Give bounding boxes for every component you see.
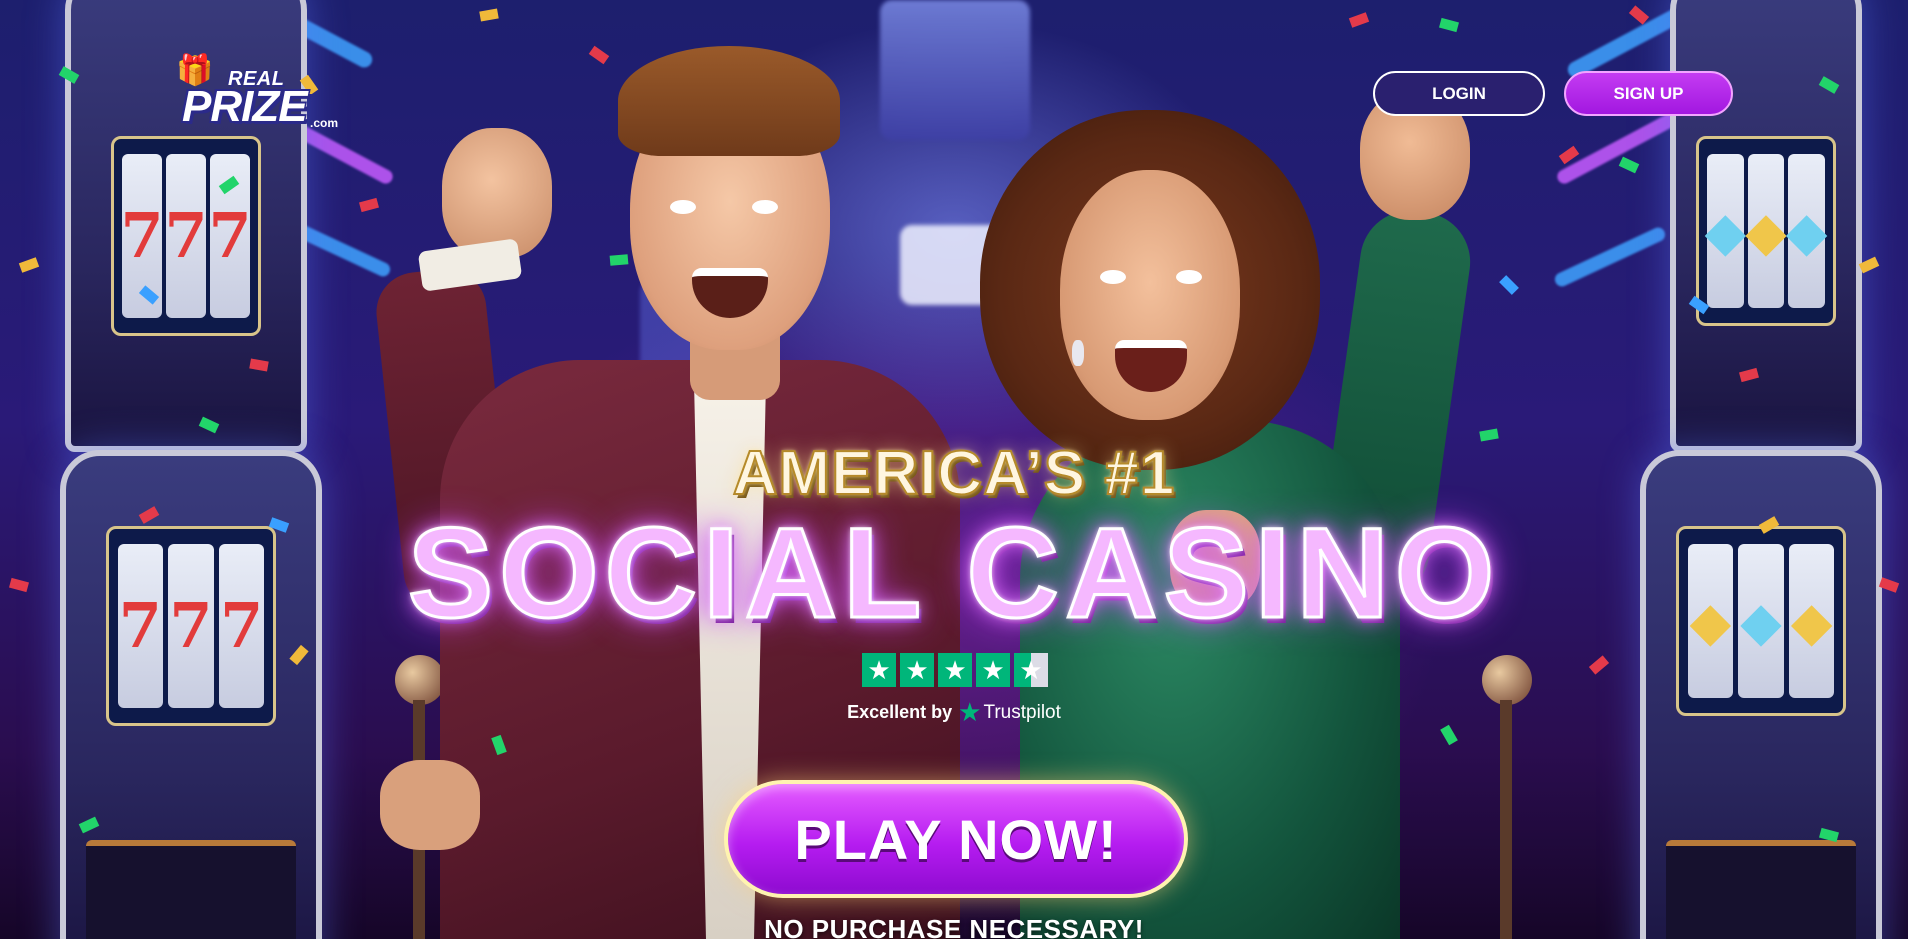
man-eye — [670, 200, 696, 214]
slot-reels: 7 7 7 — [111, 136, 261, 336]
neon-tube — [1552, 225, 1668, 289]
hero-headline: SOCIAL CASINO — [406, 501, 1501, 647]
trustpilot-brand: Trustpilot — [983, 702, 1061, 723]
man-hand — [380, 760, 480, 850]
confetti — [1348, 12, 1370, 28]
logo-prize-text: PRIZE — [182, 82, 308, 131]
star-icon: ★ — [900, 653, 934, 687]
woman-eye — [1100, 270, 1126, 284]
logo-domain-text: .com — [310, 116, 339, 130]
woman-earring — [1072, 340, 1084, 366]
hero-section: 7 7 7 7 7 7 ◆ ◆ ◆ ◆ ◆ ◆ 🎁 REAL PRIZE .co… — [0, 0, 1908, 939]
man-eye — [752, 200, 778, 214]
man-cuff — [417, 238, 523, 292]
star-icon: ★ — [938, 653, 972, 687]
reel-gem: ◆ — [1786, 153, 1827, 309]
star-icon: ★ — [862, 653, 896, 687]
reel-gem: ◆ — [1705, 153, 1746, 309]
confetti — [1588, 655, 1610, 675]
trustpilot-stars: ★ ★ ★ ★ ★ — [862, 653, 1048, 687]
real-prize-logo[interactable]: 🎁 REAL PRIZE .com — [172, 56, 352, 136]
trustpilot-rating-text: Excellent by — [847, 702, 953, 722]
hero-tagline: AMERICA’S #1 — [732, 438, 1176, 509]
no-purchase-disclaimer: NO PURCHASE NECESSARY! — [764, 914, 1144, 939]
reel-gem: ◆ — [1745, 153, 1787, 309]
woman-eye — [1176, 270, 1202, 284]
trustpilot-rating[interactable]: Excellent by ★ Trustpilot — [0, 697, 1908, 728]
man-fist — [442, 128, 552, 258]
half-star-icon: ★ — [1014, 653, 1048, 687]
play-now-button[interactable]: PLAY NOW! — [724, 780, 1188, 898]
login-button[interactable]: LOGIN — [1373, 71, 1545, 116]
reel-seven: 7 — [164, 154, 208, 318]
confetti — [1439, 17, 1459, 33]
confetti — [479, 8, 499, 22]
confetti — [18, 257, 40, 273]
signup-button[interactable]: SIGN UP — [1564, 71, 1733, 116]
man-hair — [618, 46, 840, 156]
slot-machine: ◆ ◆ ◆ — [1670, 0, 1862, 452]
star-icon: ★ — [976, 653, 1010, 687]
trustpilot-star-icon: ★ — [958, 697, 982, 727]
confetti — [609, 254, 629, 266]
slot-reels: ◆ ◆ ◆ — [1696, 136, 1836, 326]
confetti — [1618, 156, 1640, 174]
confetti — [359, 197, 379, 213]
